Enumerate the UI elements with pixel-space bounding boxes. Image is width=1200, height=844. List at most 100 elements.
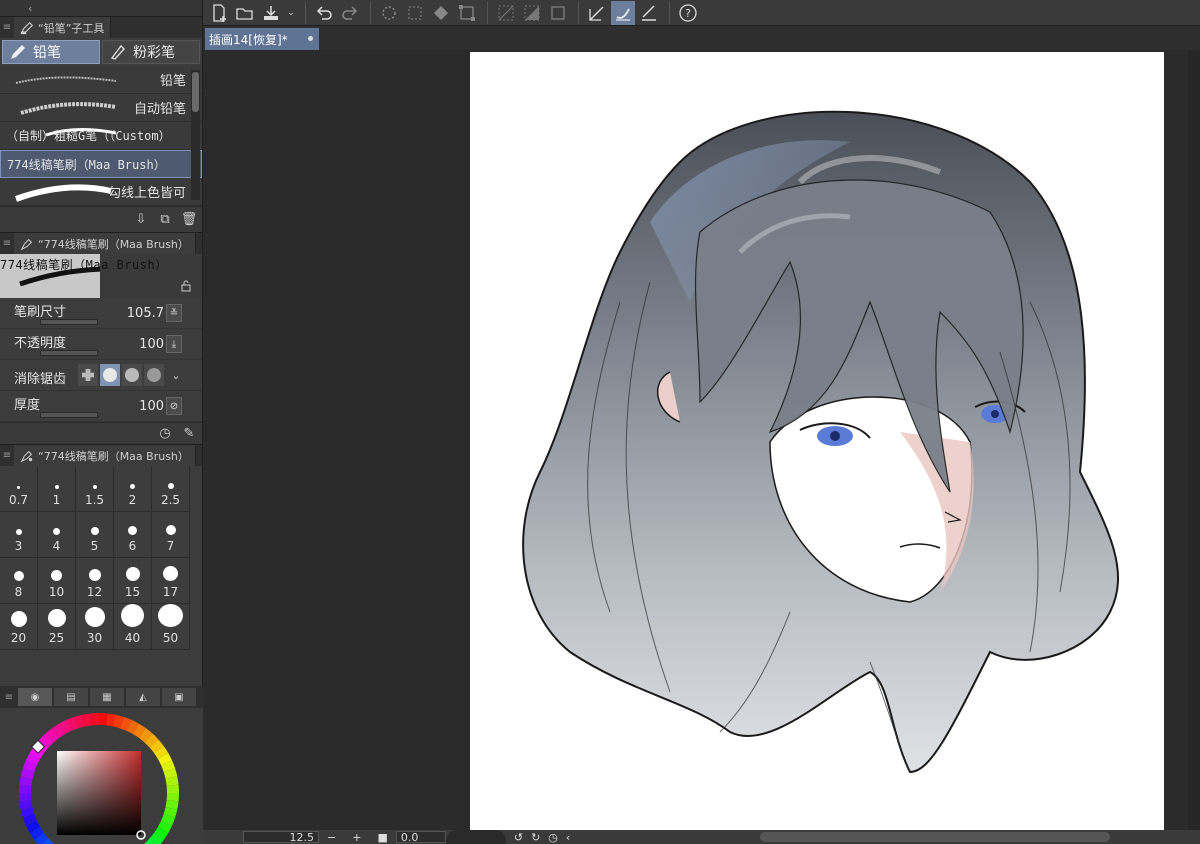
panel-menu-icon[interactable]: ≡ — [0, 450, 14, 461]
close-tab-icon[interactable] — [308, 36, 313, 41]
brush-size-preset[interactable]: 2 — [114, 466, 152, 512]
aa-strong-option[interactable] — [144, 364, 164, 386]
save-dropdown[interactable]: ⌄ — [285, 1, 297, 25]
left-dock: ‹ ≡ “铅笔”子工具 铅笔 粉彩笔 铅笔 自动铅笔 （自制）粗糙G笔（（Cus… — [0, 0, 203, 844]
brush-size-row: 笔刷尺寸 105.7 ▴▾ ≚ — [0, 298, 202, 329]
tab-tool-property[interactable]: “774线稿笔刷（Maa Brush） — [14, 233, 196, 254]
tab-color-slider[interactable]: ▤ — [54, 688, 88, 706]
brush-item-lineart-color[interactable]: 勾线上色皆可 — [0, 178, 202, 206]
panel-menu-icon[interactable]: ≡ — [0, 22, 14, 33]
brush-size-preset[interactable]: 17 — [152, 558, 190, 604]
help-button[interactable]: ? — [676, 1, 700, 25]
import-icon[interactable]: ⇩ — [132, 211, 150, 229]
aa-expand-icon[interactable]: ⌄ — [166, 364, 186, 386]
redo-button[interactable] — [338, 1, 362, 25]
opacity-slider[interactable] — [40, 350, 98, 356]
brush-size-preset[interactable]: 1.5 — [76, 466, 114, 512]
undo-button[interactable] — [312, 1, 336, 25]
horizontal-scrollbar[interactable] — [760, 832, 1111, 842]
brush-size-preset[interactable]: 10 — [38, 558, 76, 604]
chevron-left-icon[interactable]: ‹ — [28, 2, 32, 15]
aa-medium-option[interactable] — [122, 364, 142, 386]
thickness-value[interactable]: 100 — [139, 399, 164, 414]
brush-size-preset[interactable]: 15 — [114, 558, 152, 604]
snap-ruler-button[interactable] — [585, 1, 609, 25]
aa-weak-option[interactable] — [100, 364, 120, 386]
brush-stroke-preview — [14, 184, 112, 202]
tab-color-set[interactable]: ▦ — [90, 688, 124, 706]
new-file-button[interactable] — [207, 1, 231, 25]
tab-intermediate-color[interactable]: ◭ — [126, 688, 160, 706]
brush-size-preset[interactable]: 12 — [76, 558, 114, 604]
lock-icon[interactable] — [180, 280, 192, 292]
trash-icon[interactable]: 🗑 — [180, 211, 198, 229]
brush-size-preset[interactable]: 0.7 — [0, 466, 38, 512]
canvas-workspace[interactable] — [203, 50, 1200, 832]
brush-item-pencil[interactable]: 铅笔 — [0, 66, 202, 94]
clear-button[interactable] — [377, 1, 401, 25]
opacity-dynamics-button[interactable]: ⤓ — [166, 335, 182, 353]
thickness-slider[interactable] — [40, 412, 98, 418]
duplicate-icon[interactable]: ⧉ — [156, 211, 174, 229]
aa-none-option[interactable] — [78, 364, 98, 386]
rotate-right-icon[interactable]: ↻ — [531, 831, 540, 844]
brush-size-preset[interactable]: 50 — [152, 604, 190, 650]
group-pastel[interactable]: 粉彩笔 — [102, 40, 200, 64]
thickness-dynamics-button[interactable]: ⊘ — [166, 397, 182, 415]
zoom-field[interactable]: 12.5 — [243, 830, 319, 844]
brush-list-scrollbar[interactable] — [191, 70, 200, 200]
collapse-dock-bar[interactable]: ‹ — [0, 0, 202, 16]
brush-size-preset[interactable]: 3 — [0, 512, 38, 558]
fit-button[interactable]: ■ — [377, 831, 387, 844]
snap-grid-button[interactable] — [637, 1, 661, 25]
brush-size-slider[interactable] — [40, 319, 98, 325]
panel-menu-icon[interactable]: ≡ — [0, 238, 14, 249]
brush-size-dynamics-button[interactable]: ≚ — [166, 304, 182, 322]
tab-sub-tool[interactable]: “铅笔”子工具 — [14, 17, 112, 38]
brush-size-preset[interactable]: 1 — [38, 466, 76, 512]
panel-menu-icon[interactable]: ≡ — [2, 692, 16, 703]
transform-button[interactable] — [455, 1, 479, 25]
tab-color-wheel[interactable]: ◉ — [18, 688, 52, 706]
brush-size-preset[interactable]: 40 — [114, 604, 152, 650]
show-selection-button[interactable] — [546, 1, 570, 25]
save-button[interactable] — [259, 1, 283, 25]
tab-document[interactable]: 插画14[恢复]* — [205, 28, 319, 50]
brush-size-preset[interactable]: 8 — [0, 558, 38, 604]
group-pencil[interactable]: 铅笔 — [2, 40, 100, 64]
tab-brush-size[interactable]: “774线稿笔刷（Maa Brush） — [14, 445, 196, 466]
tab-approximate-color[interactable]: ▣ — [162, 688, 196, 706]
zoom-out-button[interactable]: − — [327, 831, 336, 844]
brush-item-774-lineart[interactable]: 774线稿笔刷（Maa Brush） — [0, 150, 202, 178]
brush-size-preset[interactable]: 4 — [38, 512, 76, 558]
brush-size-preset[interactable]: 2.5 — [152, 466, 190, 512]
brush-size-preset[interactable]: 25 — [38, 604, 76, 650]
deselect-button[interactable] — [494, 1, 518, 25]
brush-item-mechanical-pencil[interactable]: 自动铅笔 — [0, 94, 202, 122]
invert-selection-button[interactable] — [520, 1, 544, 25]
wrench-icon[interactable]: ✎ — [180, 425, 198, 443]
clear-outside-button[interactable] — [403, 1, 427, 25]
timer-icon[interactable]: ◷ — [156, 425, 174, 443]
brush-size-preset[interactable]: 20 — [0, 604, 38, 650]
zoom-value: 12.5 — [289, 830, 315, 844]
snap-special-ruler-button[interactable] — [611, 0, 635, 25]
reset-rotation-icon[interactable]: ◷ — [548, 831, 558, 844]
fill-button[interactable] — [429, 1, 453, 25]
zoom-in-button[interactable]: + — [352, 831, 361, 844]
canvas[interactable] — [470, 52, 1164, 832]
scroll-left-icon[interactable]: ‹ — [566, 831, 570, 844]
rotation-field[interactable]: 0.0 — [395, 831, 446, 844]
open-button[interactable] — [233, 1, 257, 25]
brush-size-preset[interactable]: 7 — [152, 512, 190, 558]
brush-size-value[interactable]: 105.7 — [127, 306, 164, 321]
brush-item-rough-gpen[interactable]: （自制）粗糙G笔（（Custom） — [0, 122, 202, 150]
navigator-thumb[interactable] — [445, 830, 506, 844]
opacity-value[interactable]: 100 — [139, 337, 164, 352]
brush-size-preset[interactable]: 6 — [114, 512, 152, 558]
brush-size-preset[interactable]: 5 — [76, 512, 114, 558]
color-wheel[interactable] — [0, 708, 203, 844]
canvas-vertical-scrollbar[interactable] — [1188, 50, 1200, 830]
rotate-left-icon[interactable]: ↺ — [514, 831, 523, 844]
brush-size-preset[interactable]: 30 — [76, 604, 114, 650]
